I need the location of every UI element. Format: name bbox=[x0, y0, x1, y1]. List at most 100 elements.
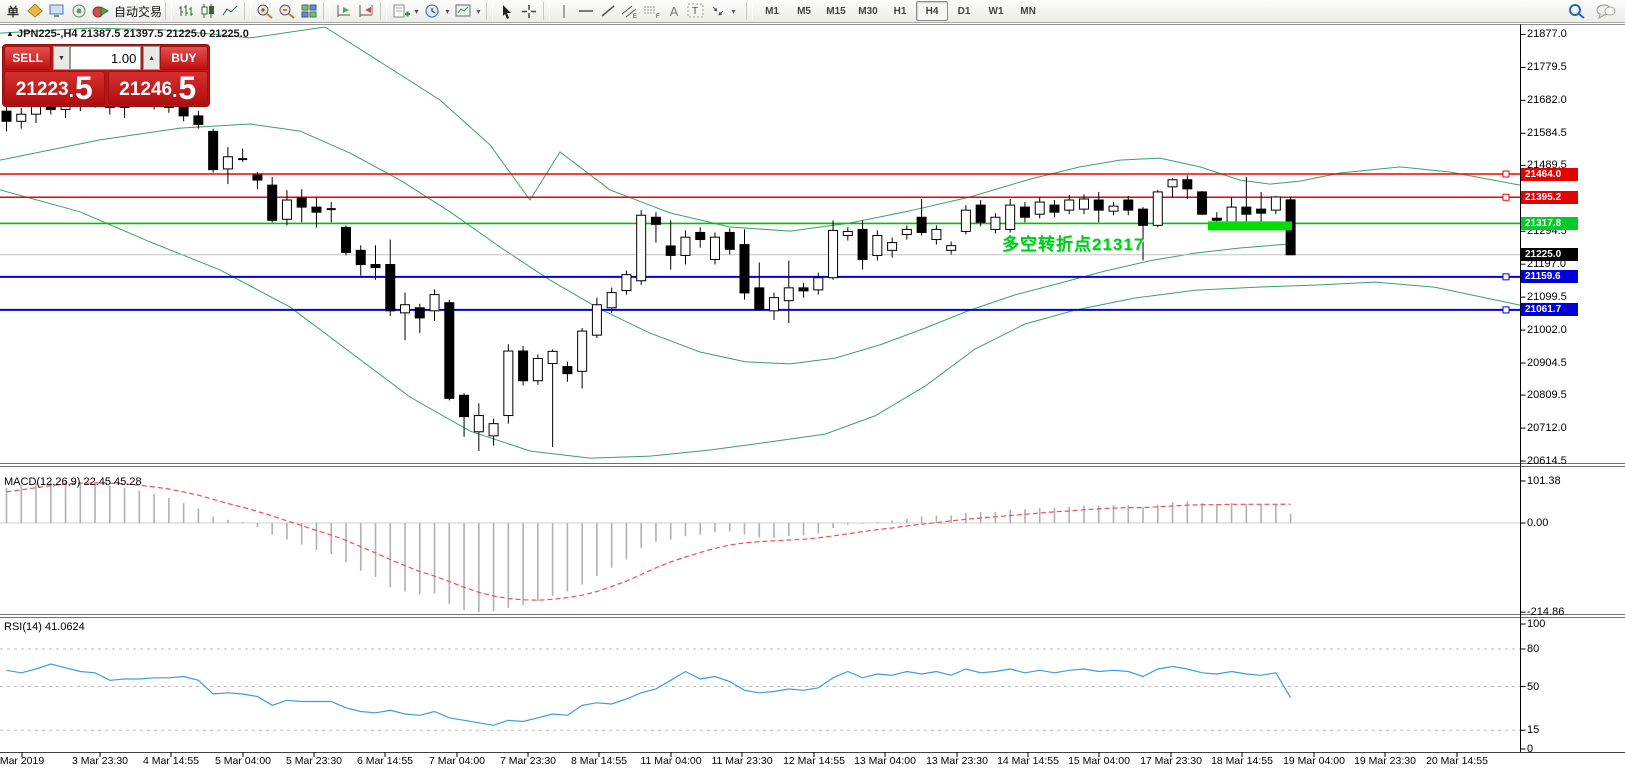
candle-body-bear bbox=[725, 232, 734, 249]
search-icon[interactable] bbox=[1565, 1, 1587, 21]
date-axis-label[interactable]: 11 Mar 04:00 bbox=[640, 755, 701, 767]
timeframe-W1[interactable]: W1 bbox=[980, 1, 1012, 21]
periods-clock-icon[interactable] bbox=[421, 1, 443, 21]
turning-point-annotation: 多空转折点21317 bbox=[1002, 230, 1144, 255]
arrows-dropdown-icon[interactable]: ▾ bbox=[729, 7, 738, 16]
svg-text:T: T bbox=[692, 6, 698, 17]
market-watch-icon[interactable] bbox=[46, 1, 68, 21]
zoom-out-icon[interactable] bbox=[276, 1, 298, 21]
candle-body-bull bbox=[282, 200, 291, 219]
chart-canvas[interactable] bbox=[0, 0, 1625, 768]
templates-dropdown-icon[interactable]: ▾ bbox=[474, 7, 483, 16]
date-axis-label[interactable]: 7 Mar 23:30 bbox=[500, 755, 556, 767]
text-tool-icon[interactable]: A bbox=[663, 1, 685, 21]
date-axis-label[interactable]: 13 Mar 04:00 bbox=[854, 755, 916, 767]
candle-body-bear bbox=[209, 131, 218, 169]
price-badge-21395.2[interactable]: 21395.2 bbox=[1521, 191, 1578, 204]
autotrading-button[interactable]: 自动交易 bbox=[114, 3, 162, 20]
macd-indicator-label: MACD(12,26,9) 22.45 45.28 bbox=[4, 476, 142, 488]
timeframe-H1[interactable]: H1 bbox=[884, 1, 916, 21]
candle-body-bear bbox=[312, 207, 321, 212]
cursor-icon[interactable] bbox=[496, 1, 518, 21]
date-axis-label[interactable]: 19 Mar 23:30 bbox=[1354, 755, 1416, 767]
macd-tick-label: 0.00 bbox=[1527, 517, 1548, 529]
strategy-tester-icon[interactable] bbox=[68, 1, 90, 21]
timeframe-H4[interactable]: H4 bbox=[916, 1, 948, 21]
arrows-tool-icon[interactable] bbox=[707, 1, 729, 21]
sell-button[interactable]: SELL bbox=[4, 46, 51, 70]
date-axis-label[interactable]: 19 Mar 04:00 bbox=[1283, 755, 1345, 767]
date-axis-label[interactable]: 6 Mar 14:55 bbox=[357, 755, 413, 767]
crosshair-icon[interactable] bbox=[518, 1, 540, 21]
sell-price-display[interactable]: 21223.5 bbox=[4, 71, 105, 105]
zoom-in-icon[interactable] bbox=[254, 1, 276, 21]
autotrading-icon[interactable] bbox=[90, 1, 112, 21]
timeframe-M30[interactable]: M30 bbox=[852, 1, 884, 21]
channel-tool-icon[interactable]: E bbox=[619, 1, 641, 21]
fibonacci-tool-icon[interactable]: F bbox=[641, 1, 663, 21]
volume-decrease-button[interactable]: ▼ bbox=[53, 46, 69, 70]
bar-chart-mode-icon[interactable] bbox=[175, 1, 197, 21]
timeframe-M5[interactable]: M5 bbox=[788, 1, 820, 21]
date-axis-label[interactable]: Mar 2019 bbox=[0, 755, 44, 767]
date-axis-label[interactable]: 7 Mar 04:00 bbox=[429, 755, 485, 767]
candle-body-bull bbox=[607, 293, 616, 308]
toolbar-separator bbox=[165, 2, 172, 20]
price-badge-21061.7[interactable]: 21061.7 bbox=[1521, 303, 1578, 316]
toolbar-separator bbox=[543, 2, 550, 20]
toolbar-separator bbox=[380, 2, 387, 20]
autoscroll-icon[interactable] bbox=[333, 1, 355, 21]
candle-body-bear bbox=[1183, 180, 1192, 189]
candle-body-bull bbox=[1035, 202, 1044, 214]
date-axis-label[interactable]: 18 Mar 14:55 bbox=[1211, 755, 1273, 767]
date-axis-label[interactable]: 5 Mar 23:30 bbox=[286, 755, 342, 767]
timeframe-M15[interactable]: M15 bbox=[820, 1, 852, 21]
timeframe-M1[interactable]: M1 bbox=[756, 1, 788, 21]
support-highlight-bar[interactable] bbox=[1208, 221, 1292, 230]
candle-body-bull bbox=[1271, 197, 1280, 210]
vertical-line-tool-icon[interactable] bbox=[553, 1, 575, 21]
buy-price-display[interactable]: 21246.5 bbox=[108, 71, 209, 105]
candle-body-bull bbox=[1227, 207, 1236, 222]
buy-button[interactable]: BUY bbox=[160, 46, 208, 70]
volume-increase-button[interactable]: ▲ bbox=[143, 46, 159, 70]
price-tick-label: 21584.5 bbox=[1527, 127, 1567, 139]
date-axis-label[interactable]: 3 Mar 23:30 bbox=[72, 755, 128, 767]
tile-windows-icon[interactable] bbox=[298, 1, 320, 21]
favorites-icon[interactable] bbox=[24, 1, 46, 21]
chart-shift-icon[interactable] bbox=[355, 1, 377, 21]
volume-input[interactable]: 1.00 bbox=[70, 46, 142, 70]
rsi-line bbox=[7, 664, 1291, 725]
date-axis-label[interactable]: 8 Mar 14:55 bbox=[571, 755, 627, 767]
candle-body-bear bbox=[1139, 209, 1148, 225]
date-axis-label[interactable]: 15 Mar 04:00 bbox=[1068, 755, 1130, 767]
date-axis-label[interactable]: 12 Mar 14:55 bbox=[783, 755, 845, 767]
text-label-tool-icon[interactable]: T bbox=[685, 1, 707, 21]
candlestick-mode-icon[interactable] bbox=[197, 1, 219, 21]
templates-icon[interactable] bbox=[452, 1, 474, 21]
date-axis-label[interactable]: 11 Mar 23:30 bbox=[711, 755, 772, 767]
timeframe-D1[interactable]: D1 bbox=[948, 1, 980, 21]
date-axis-label[interactable]: 5 Mar 04:00 bbox=[215, 755, 271, 767]
timeframe-MN[interactable]: MN bbox=[1012, 1, 1044, 21]
candle-body-bull bbox=[430, 295, 439, 311]
price-badge-21225.0[interactable]: 21225.0 bbox=[1521, 248, 1578, 261]
date-axis-label[interactable]: 4 Mar 14:55 bbox=[143, 755, 199, 767]
date-axis-label[interactable]: 14 Mar 14:55 bbox=[997, 755, 1059, 767]
new-order-dropdown-icon[interactable]: ▾ bbox=[412, 7, 421, 16]
price-badge-21464.0[interactable]: 21464.0 bbox=[1521, 168, 1578, 181]
new-order-window-icon[interactable] bbox=[390, 1, 412, 21]
date-axis-label[interactable]: 13 Mar 23:30 bbox=[926, 755, 988, 767]
line-chart-mode-icon[interactable] bbox=[219, 1, 241, 21]
price-badge-21159.6[interactable]: 21159.6 bbox=[1521, 270, 1578, 283]
date-axis-label[interactable]: 17 Mar 23:30 bbox=[1140, 755, 1202, 767]
chat-icon[interactable] bbox=[1595, 1, 1617, 21]
new-order-button[interactable]: 单 bbox=[2, 1, 24, 21]
trendline-tool-icon[interactable] bbox=[597, 1, 619, 21]
candle-body-bear bbox=[2, 111, 11, 121]
periods-dropdown-icon[interactable]: ▾ bbox=[443, 7, 452, 16]
horizontal-line-tool-icon[interactable] bbox=[575, 1, 597, 21]
price-badge-21317.8[interactable]: 21317.8 bbox=[1521, 217, 1578, 230]
date-axis-label[interactable]: 20 Mar 14:55 bbox=[1426, 755, 1488, 767]
hline-marker bbox=[1503, 274, 1509, 280]
